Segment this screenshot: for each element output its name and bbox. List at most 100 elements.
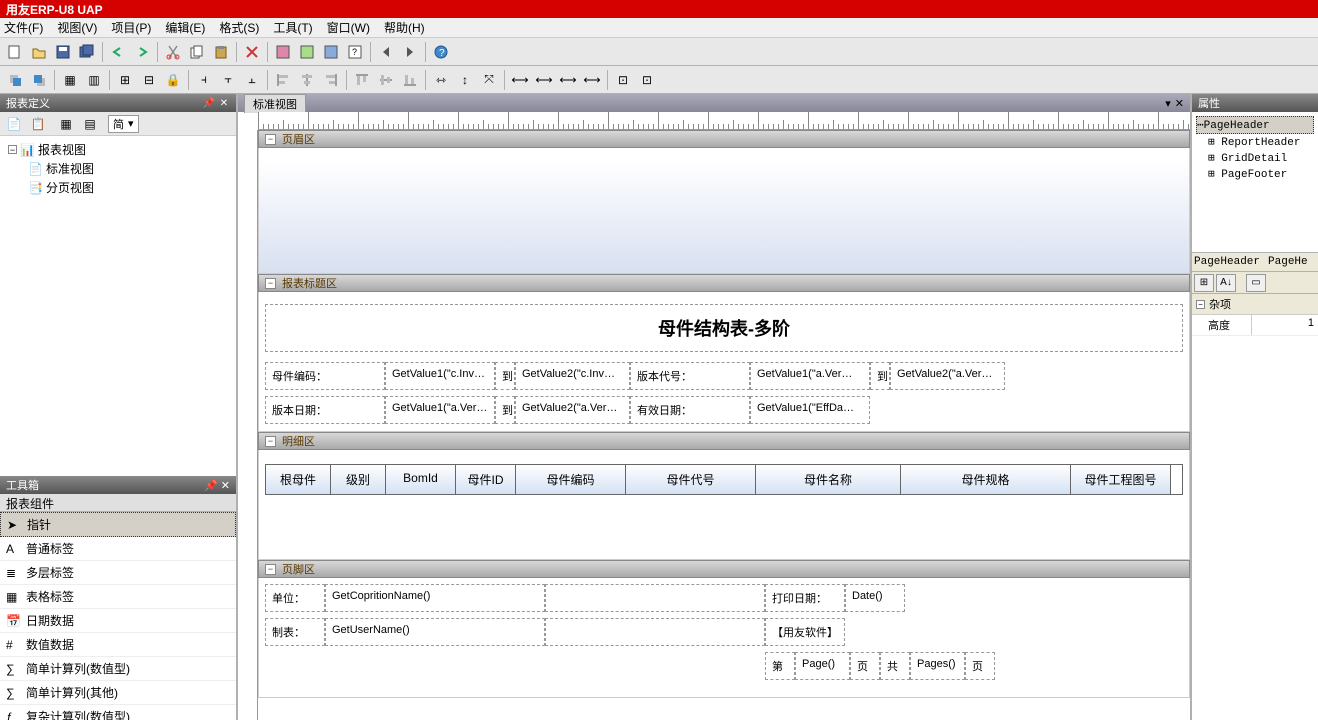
tb-align-middle[interactable]: [375, 69, 397, 91]
tb-ungroup[interactable]: ▥: [83, 69, 105, 91]
tb-cut[interactable]: [162, 41, 184, 63]
prop-pageheader[interactable]: ⋯PageHeader: [1196, 116, 1314, 134]
tb-pane1[interactable]: [272, 41, 294, 63]
prop-griddetail[interactable]: ⊞ GridDetail: [1196, 150, 1314, 166]
detail-column-header[interactable]: 母件ID: [456, 465, 516, 494]
tb-a1[interactable]: ⫞: [193, 69, 215, 91]
tb-bringfront[interactable]: [4, 69, 26, 91]
tb-same-height[interactable]: ↕: [454, 69, 476, 91]
menu-format[interactable]: 格式(S): [219, 19, 259, 36]
tb-saveall[interactable]: [76, 41, 98, 63]
menu-edit[interactable]: 编辑(E): [165, 19, 205, 36]
tb-redo[interactable]: [131, 41, 153, 63]
menu-project[interactable]: 项目(P): [111, 19, 151, 36]
rd-tb-3[interactable]: ▦: [56, 114, 76, 134]
detail-column-header[interactable]: 母件名称: [756, 465, 901, 494]
toolbox-pointer[interactable]: ➤指针: [0, 512, 236, 537]
menu-window[interactable]: 窗口(W): [327, 19, 370, 36]
tree-standard-view[interactable]: 📄 标准视图: [4, 159, 232, 178]
tb-a2[interactable]: ⫟: [217, 69, 239, 91]
footer-cell[interactable]: 打印日期：: [765, 584, 845, 612]
detail-column-header[interactable]: 级别: [331, 465, 386, 494]
tb-same-size[interactable]: ⤧: [478, 69, 500, 91]
dropdown-icon[interactable]: ▾: [1165, 97, 1171, 110]
toolbox-group[interactable]: 报表组件: [0, 494, 236, 512]
report-title-label[interactable]: 母件结构表-多阶: [265, 304, 1183, 352]
footer-cell[interactable]: [545, 618, 765, 646]
tb-pane4[interactable]: ?: [344, 41, 366, 63]
report-header-cell[interactable]: 到: [495, 362, 515, 390]
report-header-cell[interactable]: 母件编码：: [265, 362, 385, 390]
tb-pane2[interactable]: [296, 41, 318, 63]
rd-tb-2[interactable]: 📋: [28, 114, 48, 134]
report-header-cell[interactable]: GetValue1("a.Ver…: [385, 396, 495, 424]
detail-column-header[interactable]: BomId: [386, 465, 456, 494]
tb-help[interactable]: ?: [430, 41, 452, 63]
prop-az-btn[interactable]: A↓: [1216, 274, 1236, 292]
tb-align-left[interactable]: [272, 69, 294, 91]
toolbox-label[interactable]: A普通标签: [0, 537, 236, 561]
tb-undo[interactable]: [107, 41, 129, 63]
design-surface[interactable]: − 页眉区 − 报表标题区 母件结构表-多阶 母件编码：GetValue1("c…: [238, 130, 1190, 720]
toolbox-date[interactable]: 📅日期数据: [0, 609, 236, 633]
section-footer-bar[interactable]: − 页脚区: [258, 560, 1190, 578]
footer-cell[interactable]: 第: [765, 652, 795, 680]
detail-grid[interactable]: 根母件级别BomId母件ID母件编码母件代号母件名称母件规格母件工程图号: [265, 464, 1183, 495]
footer-cell[interactable]: 单位：: [265, 584, 325, 612]
menu-help[interactable]: 帮助(H): [384, 19, 425, 36]
detail-column-header[interactable]: 母件编码: [516, 465, 626, 494]
tb-align-bottom[interactable]: [399, 69, 421, 91]
close-icon[interactable]: ✕: [1175, 97, 1184, 110]
tb-pane3[interactable]: [320, 41, 342, 63]
footer-cell[interactable]: Pages(): [910, 652, 965, 680]
collapse-icon[interactable]: −: [265, 134, 276, 145]
tb-next[interactable]: [399, 41, 421, 63]
report-header-cell[interactable]: 到: [870, 362, 890, 390]
report-header-cell[interactable]: GetValue1("a.Ver…: [750, 362, 870, 390]
tb-copy[interactable]: [186, 41, 208, 63]
rd-tb-4[interactable]: ▤: [80, 114, 100, 134]
toolbox-complex-num[interactable]: ƒ复杂计算列(数值型): [0, 705, 236, 720]
footer-cell[interactable]: [545, 584, 765, 612]
tb-new[interactable]: [4, 41, 26, 63]
tb-a3[interactable]: ⫠: [241, 69, 263, 91]
prop-category[interactable]: − 杂项: [1192, 294, 1318, 315]
tb-align-top[interactable]: [351, 69, 373, 91]
section-detail[interactable]: 根母件级别BomId母件ID母件编码母件代号母件名称母件规格母件工程图号: [258, 450, 1190, 560]
tb-same-width[interactable]: ⇿: [430, 69, 452, 91]
detail-column-header[interactable]: 母件工程图号: [1071, 465, 1171, 494]
prop-cat-btn[interactable]: ⊞: [1194, 274, 1214, 292]
tb-centerv[interactable]: ⊡: [636, 69, 658, 91]
report-header-cell[interactable]: 版本代号：: [630, 362, 750, 390]
prop-row-height[interactable]: 高度 1: [1192, 315, 1318, 336]
tb-paste[interactable]: [210, 41, 232, 63]
footer-cell[interactable]: Page(): [795, 652, 850, 680]
collapse-icon[interactable]: −: [265, 564, 276, 575]
footer-cell[interactable]: 共: [880, 652, 910, 680]
section-detail-bar[interactable]: − 明细区: [258, 432, 1190, 450]
close-icon[interactable]: ✕: [221, 480, 230, 492]
menu-view[interactable]: 视图(V): [57, 19, 97, 36]
menu-tools[interactable]: 工具(T): [273, 19, 312, 36]
prop-pagefooter[interactable]: ⊞ PageFooter: [1196, 166, 1314, 182]
section-report-header[interactable]: 母件结构表-多阶 母件编码：GetValue1("c.Inv…到GetValue…: [258, 292, 1190, 432]
toolbox-calc-other[interactable]: ∑简单计算列(其他): [0, 681, 236, 705]
tb-save[interactable]: [52, 41, 74, 63]
tb-delete[interactable]: [241, 41, 263, 63]
close-icon[interactable]: ✕: [218, 97, 230, 109]
tb-centerh[interactable]: ⊡: [612, 69, 634, 91]
tb-hspace2[interactable]: ⟷: [557, 69, 579, 91]
footer-cell[interactable]: GetCopritionName(): [325, 584, 545, 612]
detail-column-header[interactable]: 母件规格: [901, 465, 1071, 494]
prop-reportheader[interactable]: ⊞ ReportHeader: [1196, 134, 1314, 150]
footer-cell[interactable]: 【用友软件】: [765, 618, 845, 646]
footer-cell[interactable]: Date(): [845, 584, 905, 612]
pin-icon[interactable]: 📌: [203, 97, 215, 109]
toolbox-calc-num[interactable]: ∑简单计算列(数值型): [0, 657, 236, 681]
tb-group[interactable]: ▦: [59, 69, 81, 91]
footer-cell[interactable]: 页: [965, 652, 995, 680]
tb-grid[interactable]: ⊞: [114, 69, 136, 91]
detail-column-header[interactable]: 母件代号: [626, 465, 756, 494]
report-header-cell[interactable]: GetValue2("a.Ver…: [515, 396, 630, 424]
collapse-icon[interactable]: −: [265, 436, 276, 447]
